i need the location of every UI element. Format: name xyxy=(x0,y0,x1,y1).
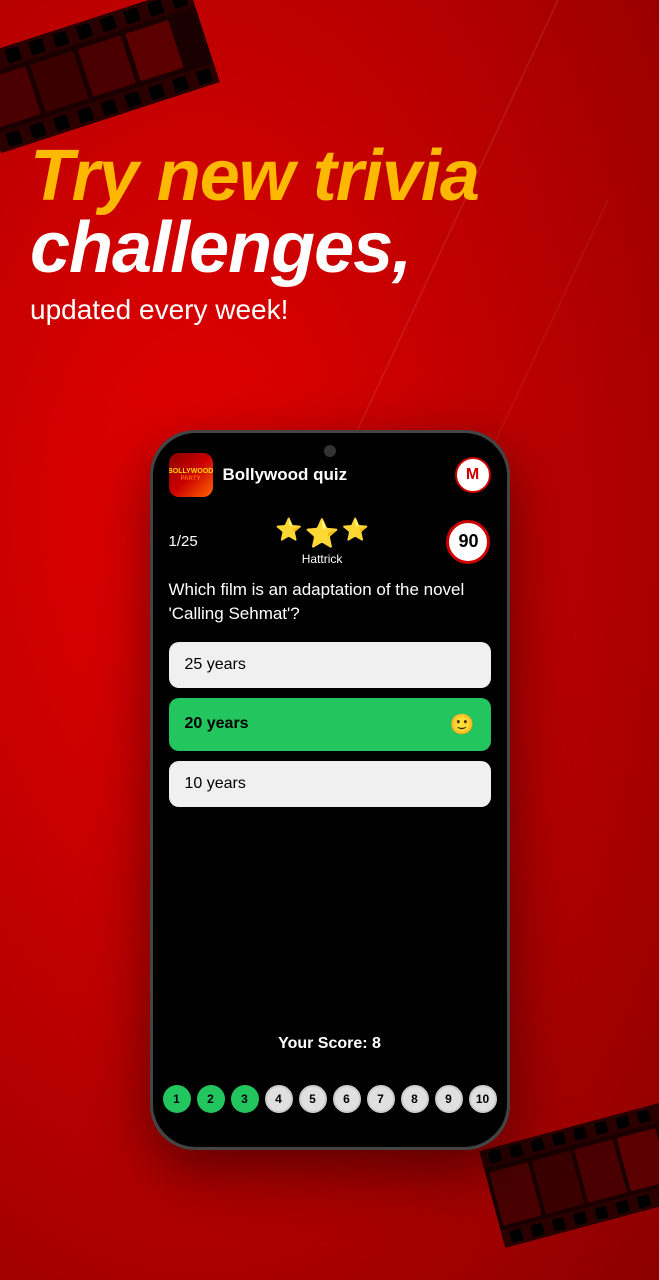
progress-dot-9[interactable]: 9 xyxy=(435,1085,463,1113)
progress-dot-10[interactable]: 10 xyxy=(469,1085,497,1113)
app-icon: BOLLYWOOD PARTY xyxy=(169,453,213,497)
headline-subtitle: updated every week! xyxy=(30,294,629,326)
progress-dot-7[interactable]: 7 xyxy=(367,1085,395,1113)
answer-option-3[interactable]: 10 years xyxy=(169,761,491,807)
timer: 90 xyxy=(446,520,490,564)
progress-dot-8[interactable]: 8 xyxy=(401,1085,429,1113)
star-2: ⭐ xyxy=(305,517,340,550)
app-icon-text: BOLLYWOOD PARTY xyxy=(169,468,213,482)
headline-line1: Try new trivia xyxy=(30,140,629,212)
phone-mockup: BOLLYWOOD PARTY Bollywood quiz M 1/25 ⭐ … xyxy=(150,430,510,1150)
score-text: Your Score: 8 xyxy=(153,1035,507,1053)
phone-screen: BOLLYWOOD PARTY Bollywood quiz M 1/25 ⭐ … xyxy=(153,433,507,1147)
star-3: ⭐ xyxy=(342,517,369,550)
streak-label: Hattrick xyxy=(302,552,343,566)
answer-text-2: 20 years xyxy=(185,715,249,733)
answer-emoji-2: 🙂 xyxy=(450,712,475,737)
quiz-meta-row: 1/25 ⭐ ⭐ ⭐ Hattrick 90 xyxy=(169,517,491,566)
answer-text-1: 25 years xyxy=(185,656,246,674)
streak-indicator: ⭐ ⭐ ⭐ Hattrick xyxy=(275,517,369,566)
progress-dot-2[interactable]: 2 xyxy=(197,1085,225,1113)
progress-dot-3[interactable]: 3 xyxy=(231,1085,259,1113)
answer-option-2[interactable]: 20 years 🙂 xyxy=(169,698,491,751)
progress-dot-4[interactable]: 4 xyxy=(265,1085,293,1113)
progress-dot-6[interactable]: 6 xyxy=(333,1085,361,1113)
answer-option-1[interactable]: 25 years xyxy=(169,642,491,688)
quiz-content: 1/25 ⭐ ⭐ ⭐ Hattrick 90 Which film is an … xyxy=(153,509,507,833)
user-avatar[interactable]: M xyxy=(455,457,491,493)
headline-line2: challenges, xyxy=(30,212,629,284)
progress-dot-5[interactable]: 5 xyxy=(299,1085,327,1113)
headline-section: Try new trivia challenges, updated every… xyxy=(30,140,629,326)
answer-text-3: 10 years xyxy=(185,775,246,793)
star-1: ⭐ xyxy=(275,517,302,550)
answers-container: 25 years 20 years 🙂 10 years xyxy=(169,642,491,807)
progress-dot-1[interactable]: 1 xyxy=(163,1085,191,1113)
phone-camera xyxy=(324,445,336,457)
stars-row: ⭐ ⭐ ⭐ xyxy=(275,517,369,550)
question-counter: 1/25 xyxy=(169,533,198,550)
app-title: Bollywood quiz xyxy=(223,465,455,485)
progress-row: 12345678910 xyxy=(153,1075,507,1129)
score-section: Your Score: 8 xyxy=(153,1027,507,1057)
phone-outer: BOLLYWOOD PARTY Bollywood quiz M 1/25 ⭐ … xyxy=(150,430,510,1150)
question-text: Which film is an adaptation of the novel… xyxy=(169,578,491,626)
